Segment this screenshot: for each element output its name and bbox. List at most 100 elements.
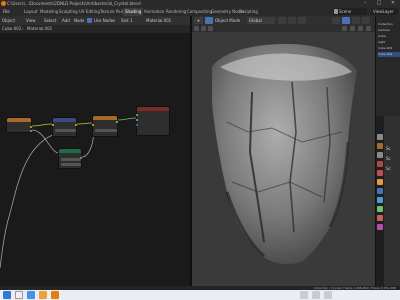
tab-animation[interactable]: Animation (142, 8, 166, 16)
node-field[interactable] (95, 129, 117, 132)
window-title-path: C:\Users\...\Documents\2DNLD Projects\An… (7, 1, 141, 6)
minimize-button[interactable]: – (358, 0, 372, 7)
solid-shading-button[interactable] (352, 17, 360, 24)
outliner-item[interactable]: Collection (378, 22, 400, 27)
displacement-input-socket[interactable] (136, 124, 138, 126)
view-menu[interactable]: View (26, 16, 36, 25)
shader-node-editor[interactable]: Object View Select Add Node Use Nodes Sl… (0, 16, 190, 286)
tab-layout[interactable]: Layout (22, 8, 40, 16)
data-tab-icon[interactable] (377, 206, 383, 212)
breadcrumb: Cube.002 › Material.001 (0, 25, 190, 33)
breadcrumb-material: Material.001 (27, 26, 53, 31)
3d-viewport[interactable]: ▾ Object Mode Global (192, 16, 375, 286)
editor-type-button[interactable]: ▾ (194, 17, 203, 24)
texture-tab-icon[interactable] (377, 224, 383, 230)
object-mode-dropdown[interactable]: Object Mode (215, 16, 240, 25)
right-sidebar: Collection Camera Cube Light Cube.001 Cu… (375, 16, 400, 286)
file-menu[interactable]: File (3, 7, 10, 16)
start-button-icon[interactable] (3, 291, 11, 299)
world-tab-icon[interactable] (377, 170, 383, 176)
scene-tab-icon[interactable] (377, 161, 383, 167)
texture-coordinate-node[interactable] (6, 117, 32, 133)
node-canvas[interactable] (0, 33, 190, 286)
select-menu[interactable]: Select (44, 16, 56, 25)
object-tab-icon[interactable] (377, 179, 383, 185)
input-socket[interactable] (52, 124, 54, 126)
outliner-item-selected[interactable]: Cube.002 (378, 52, 400, 57)
blender-logo-icon (1, 1, 6, 6)
scene-icon (334, 9, 338, 14)
output-socket[interactable] (30, 130, 32, 132)
scene-selector[interactable]: Scene (333, 8, 367, 15)
node-header (59, 149, 81, 153)
blender-app: C:\Users\...\Documents\2DNLD Projects\An… (0, 0, 400, 300)
mapping-node[interactable] (52, 117, 77, 137)
outliner-item[interactable]: Cube (378, 34, 400, 39)
viewport-toolbar (192, 25, 375, 32)
outliner-item[interactable]: Light (378, 40, 400, 45)
tray-icon[interactable] (300, 291, 308, 299)
cursor-tool-icon[interactable] (201, 26, 206, 31)
vector-input-socket[interactable] (92, 124, 94, 126)
maximize-button[interactable]: □ (372, 0, 386, 7)
surface-input-socket[interactable] (136, 114, 138, 116)
material-selector[interactable]: Material.001 (146, 16, 171, 25)
pivot-icon-button[interactable] (278, 17, 286, 24)
modifier-tab-icon[interactable] (377, 188, 383, 194)
select-tool-icon[interactable] (194, 26, 199, 31)
viewport-canvas[interactable] (192, 32, 375, 286)
tab-scripting[interactable]: Scripting (238, 8, 260, 16)
node-field[interactable] (61, 163, 81, 166)
node-editor-header: Object View Select Add Node Use Nodes Sl… (0, 16, 190, 25)
add-menu[interactable]: Add (62, 16, 70, 25)
wifi-icon[interactable] (312, 291, 320, 299)
outliner[interactable]: Collection Camera Cube Light Cube.001 Cu… (376, 16, 400, 116)
close-button[interactable]: ✕ (386, 0, 400, 7)
overlay-icon-button[interactable] (332, 17, 340, 24)
snap-icon-button[interactable] (288, 17, 296, 24)
object-dropdown[interactable]: Object (2, 16, 15, 25)
shading-icon[interactable] (358, 26, 363, 31)
xray-icon-button[interactable] (342, 17, 350, 24)
tool-tab-icon[interactable] (377, 134, 383, 140)
render-tab-icon[interactable] (377, 143, 383, 149)
overlays-icon[interactable] (350, 26, 355, 31)
outliner-item[interactable]: Cube.001 (378, 46, 400, 51)
blender-taskbar-icon[interactable] (51, 291, 59, 299)
output-tab-icon[interactable] (377, 152, 383, 158)
tab-shading[interactable]: Shading (123, 8, 144, 16)
bump-node[interactable] (58, 148, 82, 169)
properties-editor[interactable]: Sc Sc Sc (376, 116, 400, 286)
transform-orientation-dropdown[interactable]: Global (247, 17, 275, 24)
color-output-socket[interactable] (116, 121, 118, 123)
mode-icon-button[interactable] (205, 17, 213, 24)
node-menu[interactable]: Node (74, 16, 84, 25)
move-tool-icon[interactable] (208, 26, 213, 31)
view-layer-selector[interactable]: ViewLayer (371, 8, 398, 15)
output-socket[interactable] (75, 124, 77, 126)
node-field[interactable] (55, 129, 76, 132)
proportional-edit-icon-button[interactable] (298, 17, 306, 24)
file-explorer-icon[interactable] (39, 291, 47, 299)
edge-browser-icon[interactable] (27, 291, 35, 299)
node-header (93, 116, 117, 120)
material-output-node[interactable] (136, 106, 170, 136)
view-layer-name: ViewLayer (373, 9, 394, 14)
volume-icon[interactable] (324, 291, 332, 299)
windows-taskbar (0, 290, 400, 300)
search-icon[interactable] (15, 291, 23, 299)
image-texture-node[interactable] (92, 115, 118, 137)
physics-tab-icon[interactable] (377, 197, 383, 203)
slot-selector[interactable]: Slot 1 (121, 16, 132, 25)
node-field[interactable] (61, 158, 81, 161)
material-tab-icon[interactable] (377, 215, 383, 221)
volume-input-socket[interactable] (136, 119, 138, 121)
viewport-header: ▾ Object Mode Global (192, 16, 375, 25)
rendered-shading-button[interactable] (362, 17, 370, 24)
use-nodes-checkbox[interactable] (87, 18, 92, 23)
outliner-item[interactable]: Camera (378, 28, 400, 33)
node-header (137, 107, 169, 111)
output-socket[interactable] (30, 126, 32, 128)
viewport-options-icon[interactable] (366, 26, 371, 31)
gizmo-icon[interactable] (342, 26, 347, 31)
